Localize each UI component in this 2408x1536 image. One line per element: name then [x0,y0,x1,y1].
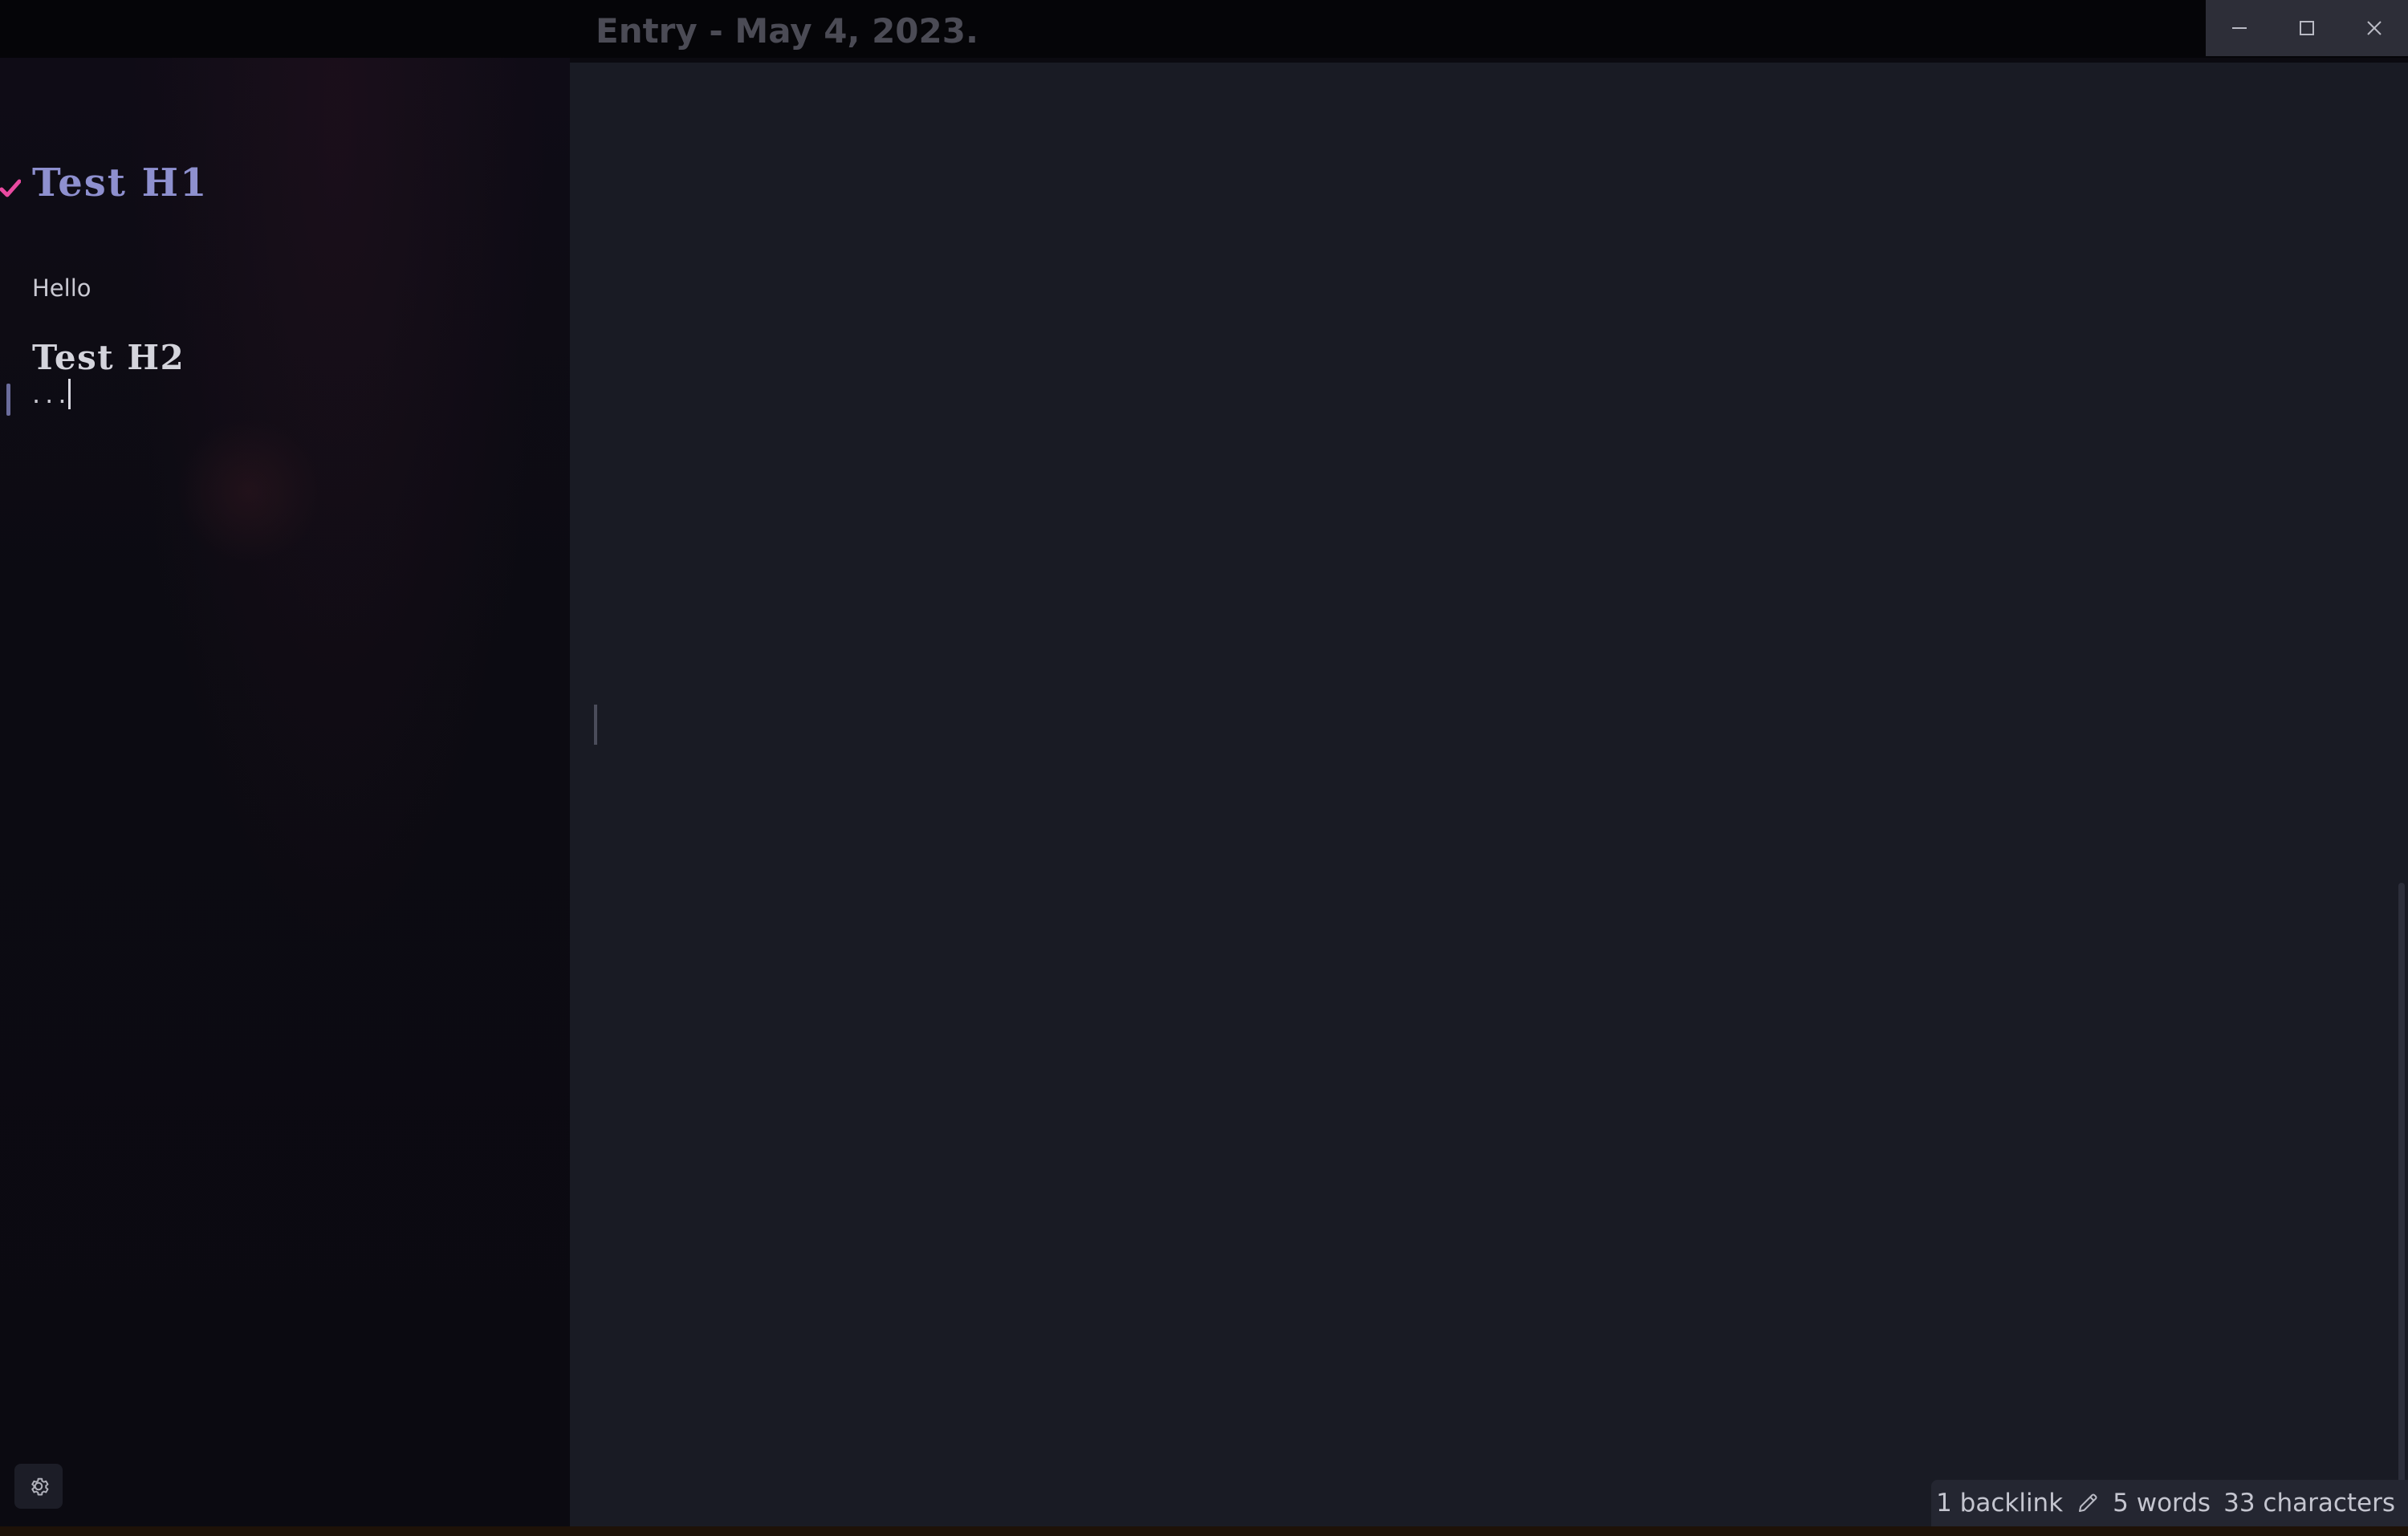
backlink-count[interactable]: 1 backlink [1936,1489,2063,1518]
gear-icon [31,1477,49,1496]
window-title: Entry - May 4, 2023. [596,11,978,51]
maximize-icon [2300,21,2314,35]
settings-button[interactable] [14,1464,63,1509]
status-bar: 1 backlink 5 words 33 characters [1931,1480,2408,1526]
character-count: 33 characters [2223,1489,2395,1518]
outline-heading-1[interactable]: Test H1 [32,161,208,205]
text-cursor [67,379,71,409]
close-icon [2367,21,2382,35]
outline-paragraph-2-text: ... [32,379,71,409]
pencil-icon[interactable] [2076,1491,2100,1515]
editor-cursor [594,705,597,745]
close-button[interactable] [2341,0,2408,56]
outline-paragraph-2[interactable]: ... [32,379,71,409]
maximize-button[interactable] [2273,0,2341,56]
editor-pane[interactable] [570,63,2408,1526]
active-line-indicator [6,384,10,416]
window-controls [2206,0,2408,56]
word-count: 5 words [2113,1489,2211,1518]
outline-pane[interactable]: Test H1 Hello Test H2 ... [0,58,570,1526]
bottom-border [0,1526,2408,1536]
title-bar[interactable]: Entry - May 4, 2023. [0,0,2408,58]
scrollbar-thumb[interactable] [2398,883,2405,1509]
minimize-icon [2232,27,2247,29]
minimize-button[interactable] [2206,0,2273,56]
outline-heading-2[interactable]: Test H2 [32,338,185,377]
app-window: Entry - May 4, 2023. Test H1 Hello Test … [0,0,2408,1536]
outline-paragraph-1[interactable]: Hello [32,274,92,302]
check-icon [0,179,21,197]
